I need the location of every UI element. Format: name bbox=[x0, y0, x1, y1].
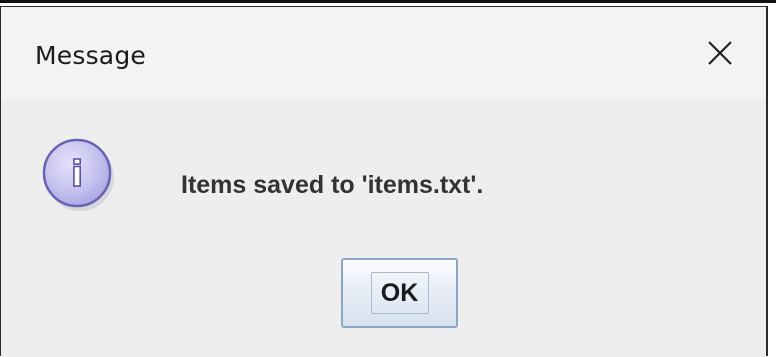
ok-button-label: OK bbox=[380, 278, 419, 307]
dialog-content: i Items saved to 'items.txt'. OK bbox=[1, 99, 766, 357]
info-glyph: i bbox=[71, 154, 83, 195]
close-icon bbox=[708, 41, 732, 65]
ok-button[interactable]: OK bbox=[341, 258, 458, 328]
title-bar[interactable]: Message bbox=[1, 7, 766, 99]
dialog-title: Message bbox=[35, 41, 146, 70]
window-top-edge bbox=[0, 0, 776, 3]
close-button[interactable] bbox=[674, 7, 766, 99]
info-icon: i bbox=[42, 138, 114, 211]
ok-button-focus-ring: OK bbox=[370, 272, 429, 314]
dialog-message: Items saved to 'items.txt'. bbox=[181, 171, 484, 199]
message-dialog: Message i Items saved to 'items.txt'. OK bbox=[0, 6, 768, 357]
